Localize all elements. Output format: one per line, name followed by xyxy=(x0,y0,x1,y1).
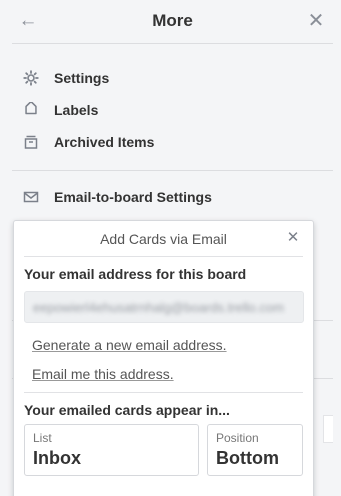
menu: Settings Labels Archived Items Email-to-… xyxy=(12,44,333,213)
menu-group-email: Email-to-board Settings xyxy=(12,171,333,213)
archive-icon xyxy=(22,133,40,151)
panel-header: ← More ✕ xyxy=(12,0,333,44)
panel-title: More xyxy=(152,11,193,30)
divider xyxy=(24,392,303,393)
list-select-value: Inbox xyxy=(33,448,81,468)
email-me-link[interactable]: Email me this address. xyxy=(32,366,303,382)
menu-item-label: Settings xyxy=(54,70,110,86)
menu-item-label: Archived Items xyxy=(54,134,155,150)
popover-header: Add Cards via Email ✕ xyxy=(24,221,303,257)
position-select[interactable]: Position Bottom xyxy=(207,424,303,476)
background-element xyxy=(323,415,333,443)
menu-item-email-to-board[interactable]: Email-to-board Settings xyxy=(12,181,333,213)
menu-item-archived[interactable]: Archived Items xyxy=(12,126,333,158)
select-row: List Inbox Position Bottom xyxy=(24,424,303,476)
position-select-value: Bottom xyxy=(216,448,279,468)
board-email-field[interactable]: eepowierl4ehusatrnhalg@boards.trello.com xyxy=(24,291,304,323)
menu-group-main: Settings Labels Archived Items xyxy=(12,44,333,171)
position-select-label: Position xyxy=(216,431,259,445)
menu-item-label: Email-to-board Settings xyxy=(54,189,212,205)
menu-item-labels[interactable]: Labels xyxy=(12,94,333,126)
menu-item-settings[interactable]: Settings xyxy=(12,62,333,94)
close-icon[interactable]: ✕ xyxy=(285,230,301,246)
envelope-icon xyxy=(22,188,40,206)
list-select-label: List xyxy=(33,431,52,445)
gear-icon xyxy=(22,69,40,87)
generate-email-link[interactable]: Generate a new email address. xyxy=(32,337,303,353)
add-cards-via-email-popover: Add Cards via Email ✕ Your email address… xyxy=(13,220,314,496)
list-select[interactable]: List Inbox xyxy=(24,424,199,476)
close-icon[interactable]: ✕ xyxy=(305,10,327,32)
email-address-heading: Your email address for this board xyxy=(24,266,247,282)
emailed-cards-heading: Your emailed cards appear in... xyxy=(24,402,230,418)
popover-title: Add Cards via Email xyxy=(100,231,227,247)
popover-body: Your email address for this board eepowi… xyxy=(14,266,313,476)
board-email-value: eepowierl4ehusatrnhalg@boards.trello.com xyxy=(33,299,284,315)
menu-item-label: Labels xyxy=(54,102,99,118)
tag-icon xyxy=(22,101,40,119)
